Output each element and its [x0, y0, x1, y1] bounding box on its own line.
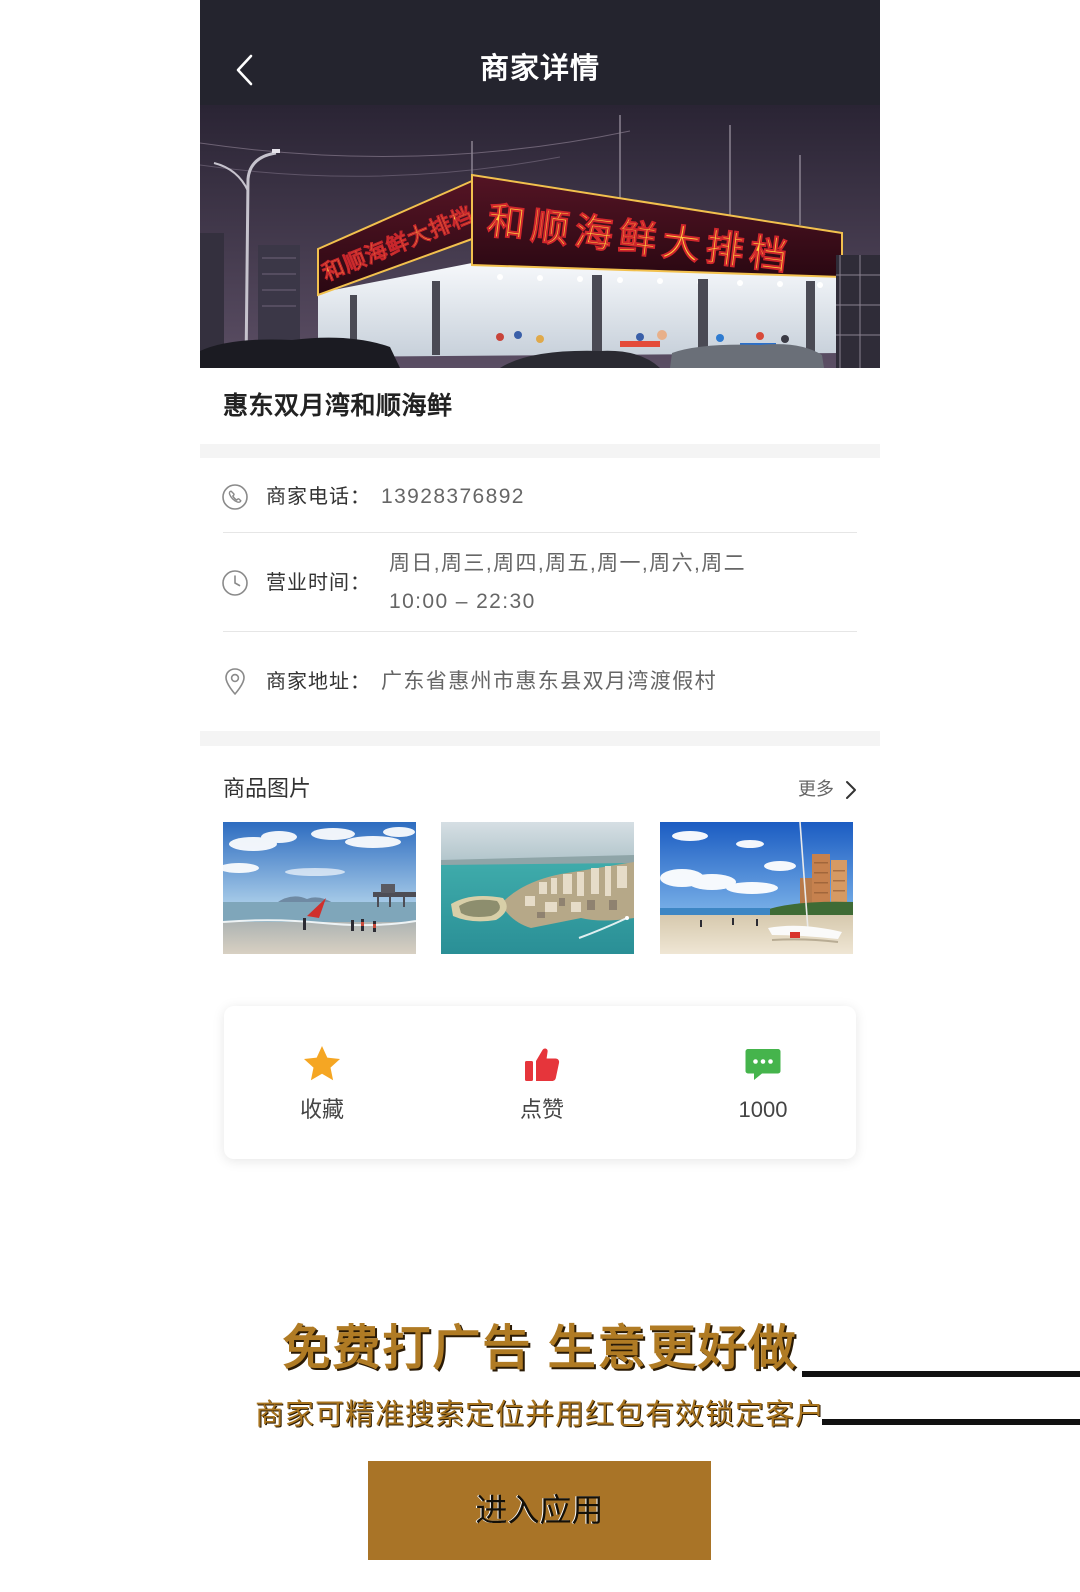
more-link[interactable]: 更多: [798, 771, 860, 807]
app-screen: 商家详情 和顺海鲜大排档 和顺海鲜大排档 惠东双月湾和顺海鲜 商家电话： 139…: [200, 0, 880, 1180]
decor-line: [822, 1419, 1080, 1425]
storefront-photo: 和顺海鲜大排档 和顺海鲜大排档: [200, 105, 880, 368]
address-value: 广东省惠州市惠东县双月湾渡假村: [381, 670, 717, 693]
business-time: 10:00 – 22:30: [389, 590, 536, 613]
page-title: 商家详情: [479, 53, 600, 85]
phone-icon: [222, 484, 248, 510]
like-label: 点赞: [519, 1097, 564, 1122]
like-button[interactable]: 点赞: [462, 1006, 622, 1159]
location-pin-icon: [225, 668, 245, 695]
business-days: 周日,周三,周四,周五,周一,周六,周二: [389, 552, 747, 575]
address-label: 商家地址：: [266, 671, 371, 693]
phone-label: 商家电话：: [266, 486, 371, 508]
section-separator: [200, 731, 880, 746]
favorite-button[interactable]: 收藏: [242, 1006, 402, 1159]
coast-aerial-photo: [441, 822, 634, 954]
section-separator: [200, 444, 880, 458]
star-icon: [304, 1046, 340, 1081]
clock-icon: [222, 570, 248, 596]
catamaran-beach-photo: [660, 822, 853, 954]
merchant-name: 惠东双月湾和顺海鲜: [223, 392, 453, 420]
more-label: 更多: [798, 779, 834, 799]
divider: [223, 631, 857, 632]
beach-photo: [223, 822, 416, 954]
gallery-photo[interactable]: [441, 822, 634, 954]
promo-subline: 商家可精准搜索定位并用红包有效锁定客户: [254, 1399, 825, 1431]
enter-app-button[interactable]: 进入应用: [368, 1461, 711, 1560]
comment-button[interactable]: 1000: [683, 1006, 843, 1159]
comment-count: 1000: [738, 1097, 788, 1122]
phone-number[interactable]: 13928376892: [381, 479, 525, 515]
action-card: 收藏 点赞 1000: [224, 1006, 856, 1159]
favorite-label: 收藏: [299, 1097, 344, 1122]
hours-label: 营业时间：: [266, 572, 371, 594]
thumbs-up-icon: [525, 1048, 560, 1081]
nav-header: 商家详情: [200, 0, 880, 105]
merchant-hero-photo: 和顺海鲜大排档 和顺海鲜大排档: [200, 105, 880, 368]
divider: [223, 532, 857, 533]
enter-app-label: 进入应用: [475, 1492, 604, 1528]
chevron-right-icon: [846, 781, 856, 799]
gallery-photo[interactable]: [223, 822, 416, 954]
gallery-photo[interactable]: [660, 822, 853, 954]
gallery-title: 商品图片: [223, 776, 312, 801]
decor-line: [802, 1371, 1080, 1377]
chat-bubble-icon: [745, 1049, 781, 1080]
